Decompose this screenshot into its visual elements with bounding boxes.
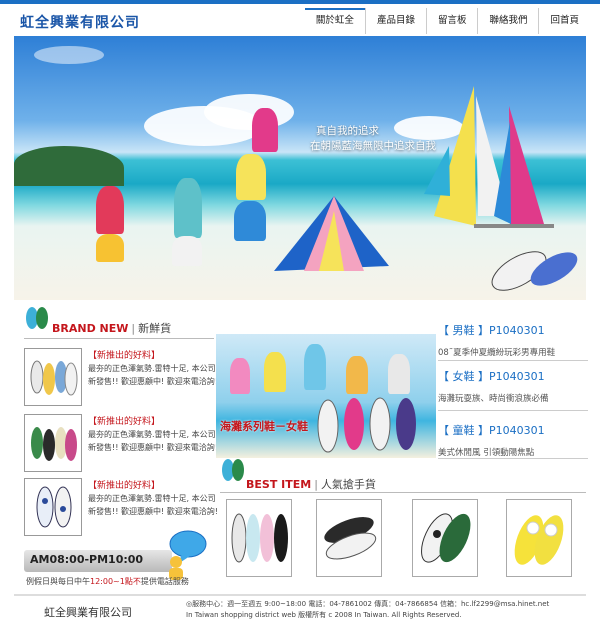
divider [438,360,588,361]
sailboat-image [424,86,554,228]
person-figure [96,234,124,262]
category-kids[interactable]: 【 童鞋 】P1040301 美式休閒風 引領動陽焦點 [438,422,588,458]
promo-banner[interactable]: 海灘系列鞋－女鞋 [216,334,436,458]
best-item-title: BEST ITEM | 人氣搶手貨 [246,478,376,491]
product-title[interactable]: 【新推出的好料】 [88,478,160,491]
person-figure [236,154,266,200]
category-heading[interactable]: 【 女鞋 】P1040301 [438,368,588,384]
product-title[interactable]: 【新推出的好料】 [88,348,160,361]
nav-guestbook[interactable]: 留言板 [425,8,478,34]
best-item-thumbnail[interactable] [412,499,478,577]
top-accent-bar [0,0,600,4]
best-item-thumbnail[interactable] [506,499,572,577]
person-figure [252,108,278,152]
product-thumbnail[interactable] [24,414,82,472]
category-women[interactable]: 【 女鞋 】P1040301 海灘玩耍族、時尚衝浪族必備 [438,368,588,404]
footer-copyright: In Taiwan shopping district web 版權所有 c 2… [186,611,462,619]
service-hours-note: 例假日與每日中午12:00~1點不提供電話服務 [26,577,189,586]
hero-tagline: 真自我的追求 在朝陽藍海無限中追求自我 [310,125,436,152]
product-description: 最夯的正色澤氣勢.雷特十足, 本公司新發售!! 歡迎惠顧中! 歡迎來電洽詢! [88,364,218,386]
flip-flop-icon [222,459,244,481]
main-nav: 關於虹全 產品目錄 留言板 聯絡我們 回首頁 [304,8,590,34]
nav-about[interactable]: 關於虹全 [304,8,365,34]
section-divider [24,338,214,339]
person-figure [174,178,202,238]
windsurf-sail-image [274,196,389,271]
best-item-thumbnail[interactable] [226,499,292,577]
product-description: 最夯的正色澤氣勢.雷特十足, 本公司新發售!! 歡迎惠顧中! 歡迎來電洽詢! [88,494,218,516]
footer-contact: ◎服務中心：週一至週五 9:00~18:00 電話：04-7861002 傳真：… [186,600,550,608]
promo-label[interactable]: 海灘系列鞋－女鞋 [220,418,308,434]
nav-home[interactable]: 回首頁 [538,8,590,34]
product-thumbnail[interactable] [24,348,82,406]
person-figure [234,201,266,241]
category-description: 08˜夏季仲夏纜紛玩彩男專用鞋 [438,348,556,358]
person-figure [172,236,202,266]
section-divider [220,492,586,493]
category-heading[interactable]: 【 童鞋 】P1040301 [438,422,588,438]
product-thumbnail[interactable] [24,478,82,536]
person-figure [96,186,124,234]
category-heading[interactable]: 【 男鞋 】P1040301 [438,322,588,338]
sandal-image [491,251,578,291]
footer-info: ◎服務中心：週一至週五 9:00~18:00 電話：04-7861002 傳真：… [186,599,549,621]
divider [438,410,588,411]
site-logo[interactable]: 虹全興業有限公司 [20,12,140,32]
product-title[interactable]: 【新推出的好料】 [88,414,160,427]
sandal-image [317,397,416,453]
category-description: 海灘玩耍族、時尚衝浪族必備 [438,394,549,404]
nav-contact[interactable]: 聯絡我們 [477,8,538,34]
flip-flop-icon [26,307,48,329]
service-hours: AM08:00-PM10:00 [30,553,144,566]
list-item[interactable]: 【新推出的好料】 最夯的正色澤氣勢.雷特十足, 本公司新發售!! 歡迎惠顧中! … [24,414,218,476]
footer-divider [14,594,586,596]
list-item[interactable]: 【新推出的好料】 最夯的正色澤氣勢.雷特十足, 本公司新發售!! 歡迎惠顧中! … [24,348,218,410]
chat-bubble-icon[interactable] [160,528,210,580]
product-description: 最夯的正色澤氣勢.雷特十足, 本公司新發售!! 歡迎惠顧中! 歡迎來電洽詢! [88,430,218,452]
category-men[interactable]: 【 男鞋 】P1040301 08˜夏季仲夏纜紛玩彩男專用鞋 [438,322,588,358]
footer-company: 虹全興業有限公司 [44,606,132,619]
hero-banner: 真自我的追求 在朝陽藍海無限中追求自我 [14,36,586,300]
nav-products[interactable]: 產品目錄 [364,8,426,34]
divider [438,458,588,459]
category-description: 美式休閒風 引領動陽焦點 [438,448,535,458]
best-item-thumbnail[interactable] [316,499,382,577]
brand-new-title: BRAND NEW | 新鮮貨 [52,322,172,335]
